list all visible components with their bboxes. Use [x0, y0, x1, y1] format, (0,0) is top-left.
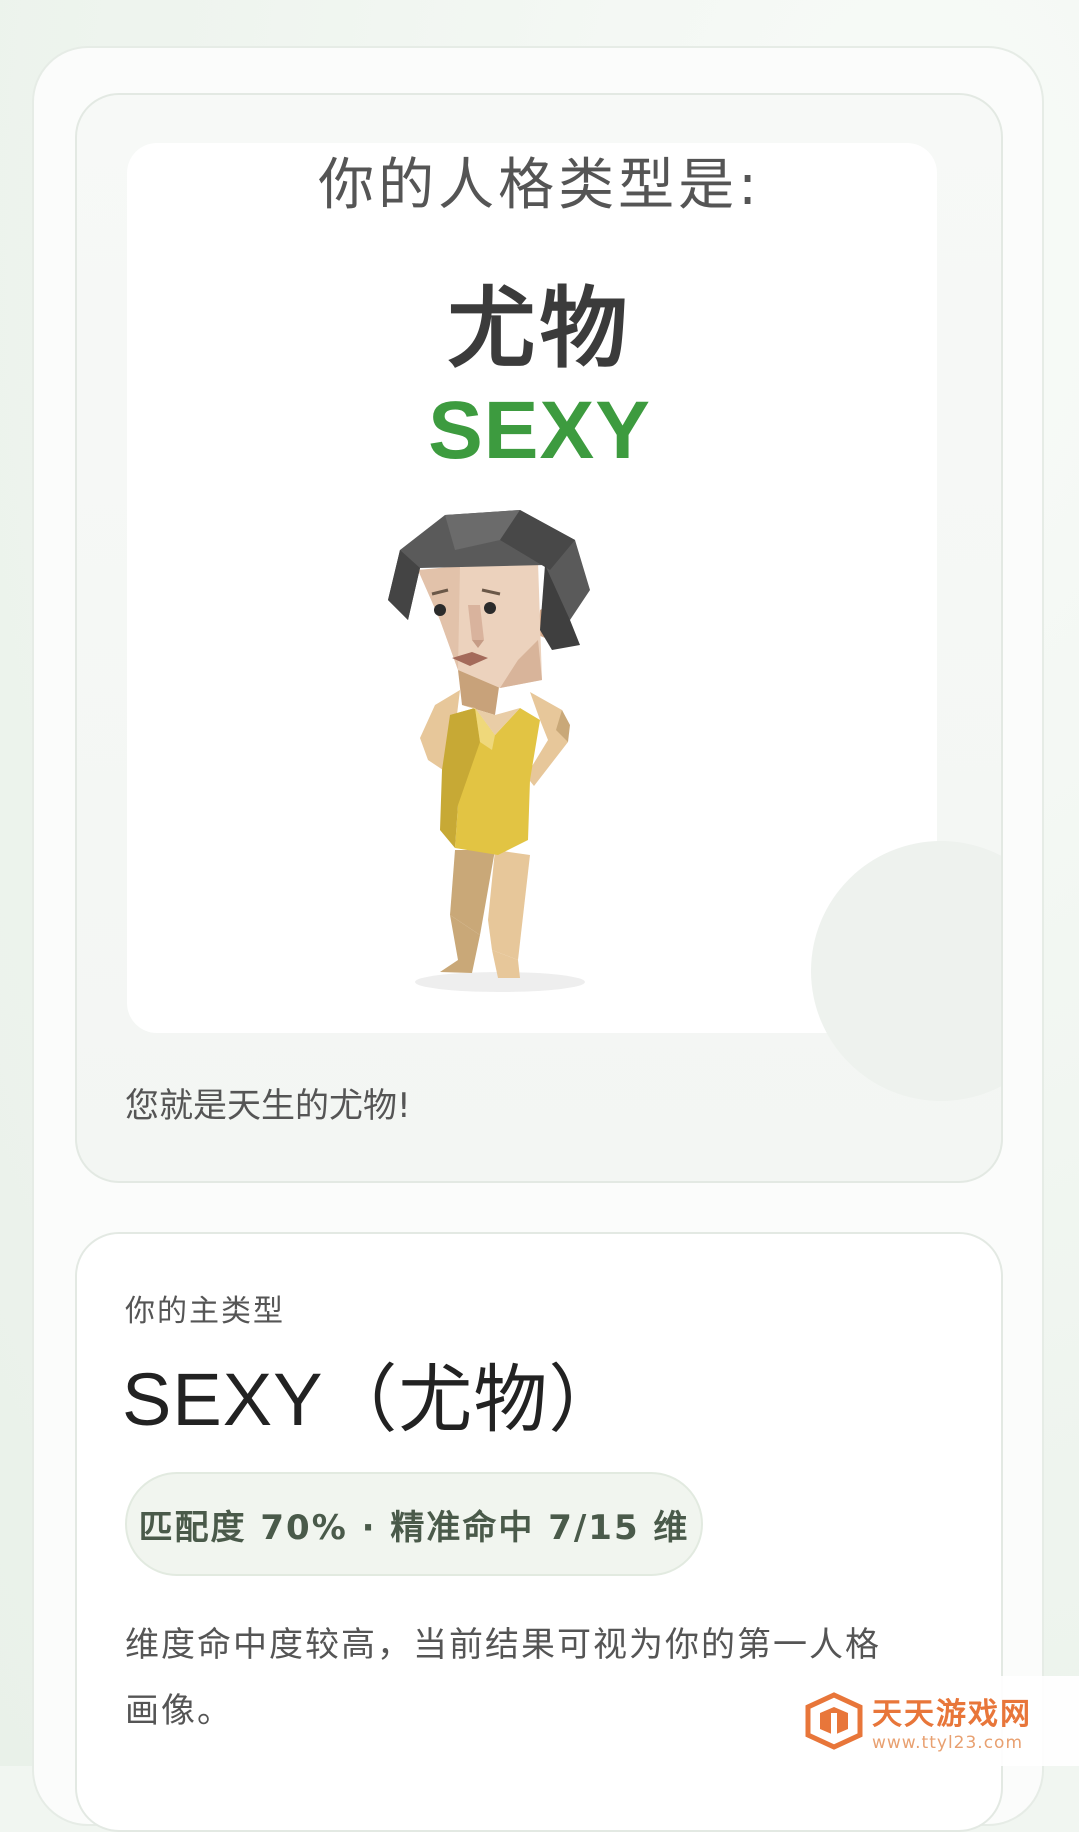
- result-tagline: 您就是天生的尤物!: [125, 1086, 411, 1126]
- personality-type-english: SEXY: [428, 385, 651, 476]
- result-heading: 你的人格类型是:: [318, 153, 761, 218]
- watermark: 天天游戏网 www.ttyl23.com: [790, 1676, 1079, 1766]
- main-type-label: 你的主类型: [125, 1294, 285, 1329]
- low-poly-woman-illustration: [388, 510, 590, 992]
- ttyl-cube-logo-icon: [805, 1692, 863, 1750]
- watermark-url: www.ttyl23.com: [872, 1733, 1024, 1753]
- match-score-badge: 匹配度 70% · 精准命中 7/15 维: [125, 1472, 703, 1576]
- match-score-text: 匹配度 70% · 精准命中 7/15 维: [138, 1507, 690, 1548]
- personality-type-chinese: 尤物: [447, 277, 632, 380]
- main-type-value: SEXY（尤物）: [122, 1358, 624, 1441]
- watermark-name: 天天游戏网: [872, 1697, 1032, 1732]
- main-type-description: 维度命中度较高，当前结果可视为你的第一人格画像。: [125, 1625, 881, 1731]
